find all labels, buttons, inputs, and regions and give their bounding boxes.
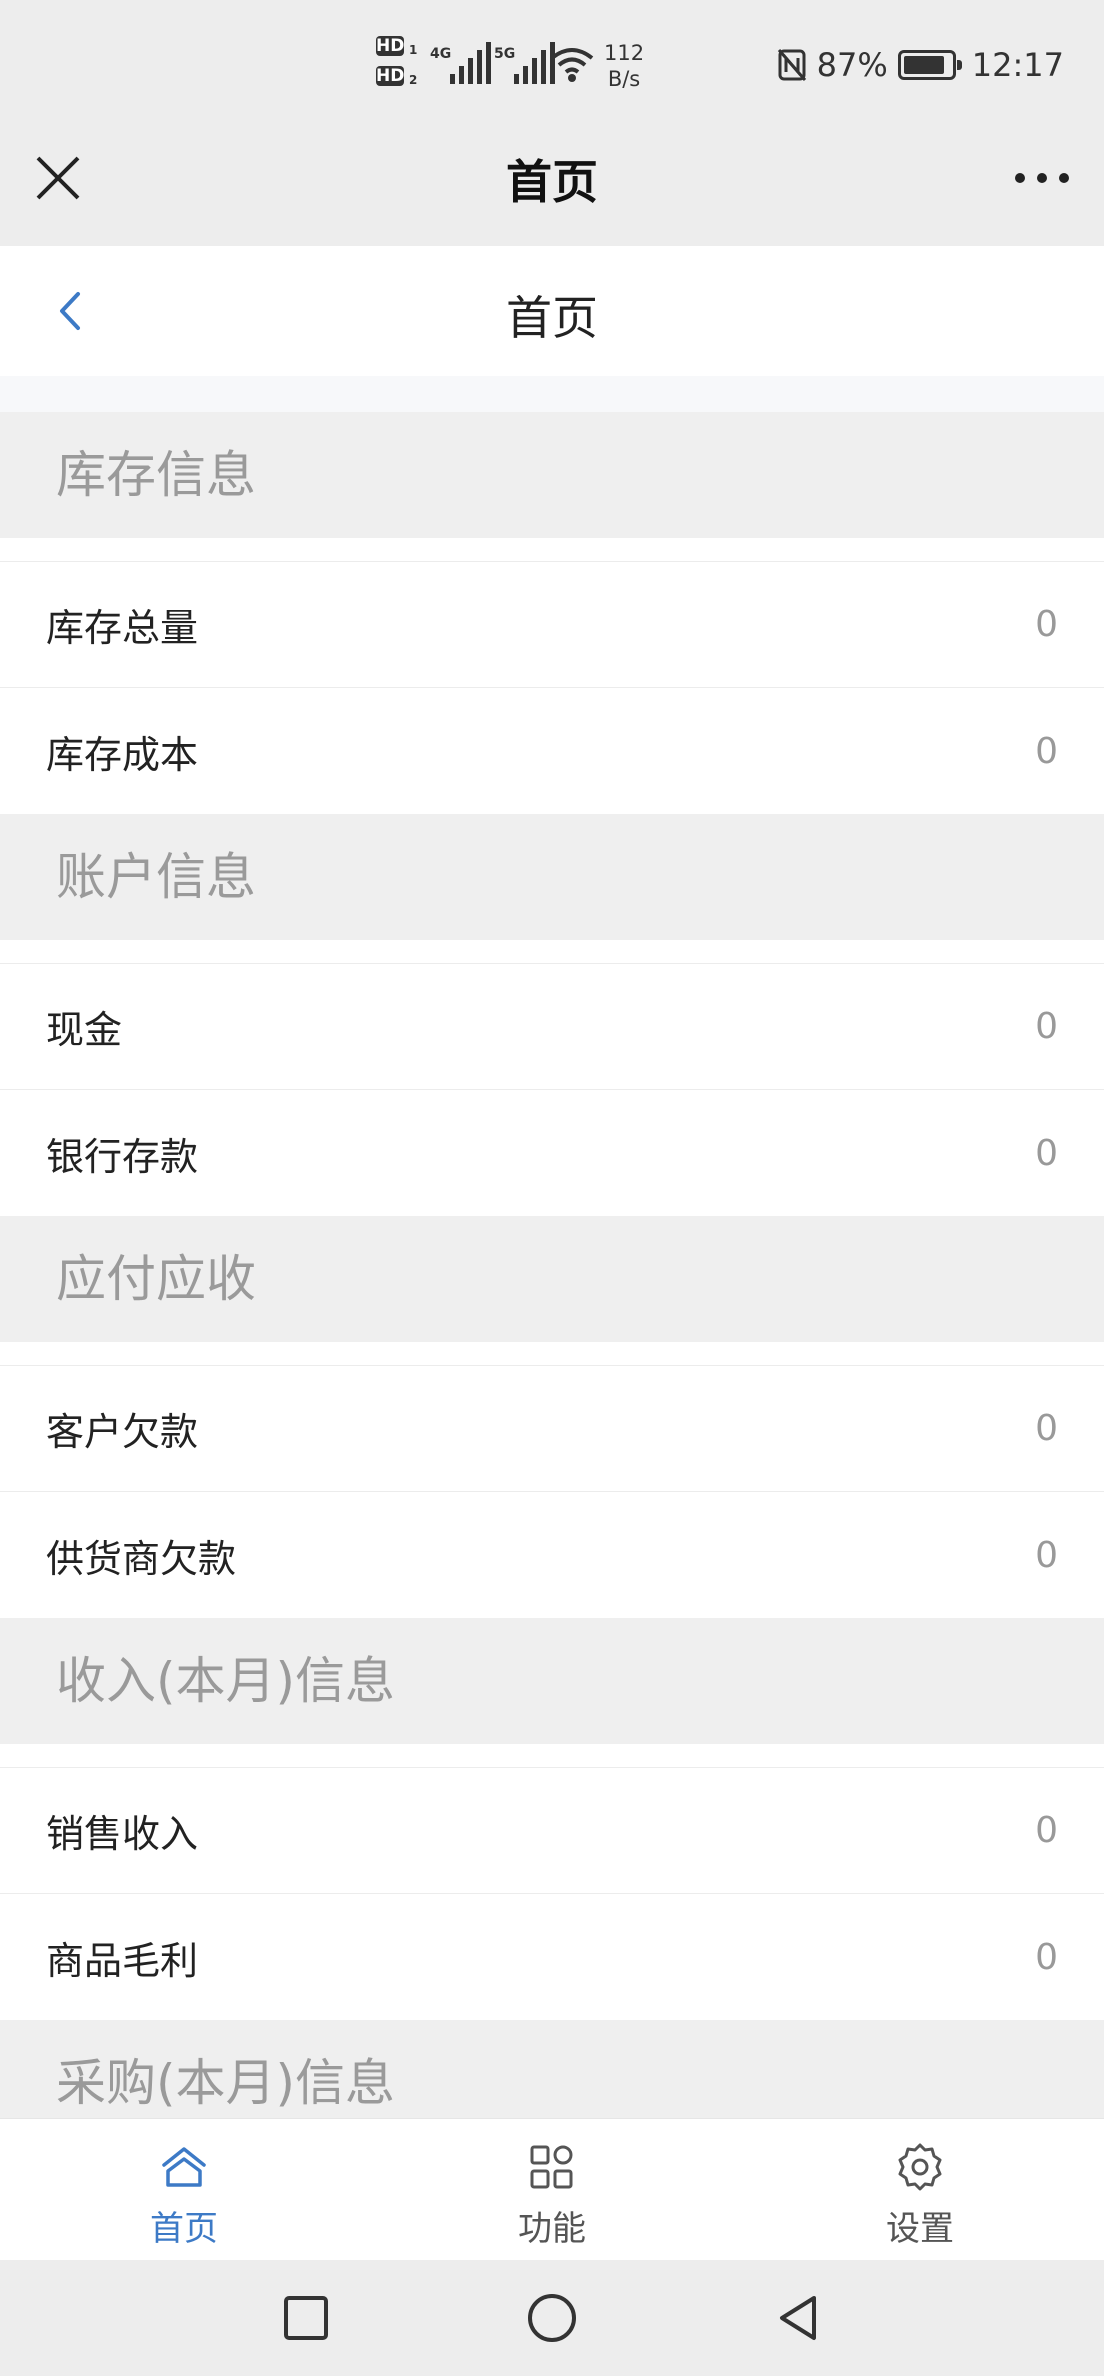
row-value: 0	[1035, 1810, 1058, 1851]
row-label: 银行存款	[46, 1134, 199, 1179]
section-header-payables: 应付应收	[0, 1216, 1104, 1342]
wechat-bar: 首页	[0, 130, 1104, 246]
wechat-title: 首页	[506, 155, 598, 209]
list-item[interactable]: 客户欠款 0	[0, 1366, 1104, 1492]
row-value: 0	[1035, 1006, 1058, 1047]
nav-bar: 首页	[0, 246, 1104, 376]
recents-icon[interactable]	[278, 2290, 334, 2346]
speed-value: 112	[604, 41, 645, 65]
list-item[interactable]: 库存成本 0	[0, 688, 1104, 814]
hd2-sub: 2	[409, 73, 418, 87]
home-circle-icon[interactable]	[524, 2290, 580, 2346]
hd1-sub: 1	[409, 43, 418, 57]
more-icon[interactable]	[1010, 150, 1074, 206]
wifi-icon	[550, 48, 594, 82]
section-header-purchase: 采购(本月)信息	[0, 2020, 1104, 2118]
hd2-text: HD	[376, 66, 405, 86]
dashboard-content: 库存信息 库存总量 0 库存成本 0 账户信息 现金 0 银行存款 0 应付应收…	[0, 412, 1104, 2118]
screen: HD 1 HD 2 4G 5G 112 B/s 87% 12:17 首页 首页 …	[0, 0, 1104, 2376]
section-gap	[0, 538, 1104, 562]
tab-label: 功能	[518, 2209, 586, 2249]
list-item[interactable]: 库存总量 0	[0, 562, 1104, 688]
row-value: 0	[1035, 730, 1058, 772]
tab-label: 设置	[886, 2209, 954, 2249]
row-label: 供货商欠款	[46, 1536, 237, 1581]
system-nav-bar	[0, 2260, 1104, 2376]
back-triangle-icon[interactable]	[770, 2290, 826, 2346]
row-value: 0	[1035, 1534, 1058, 1576]
signal-bars-icon	[450, 42, 491, 84]
nav-divider	[0, 376, 1104, 412]
hd2-badge: HD 2	[376, 66, 417, 87]
list-item[interactable]: 商品毛利 0	[0, 1894, 1104, 2020]
battery-fill	[903, 56, 944, 74]
hd1-text: HD	[376, 36, 405, 56]
section-gap	[0, 940, 1104, 964]
row-label: 库存成本	[46, 732, 199, 777]
tab-label: 首页	[150, 2209, 218, 2249]
section-header-inventory: 库存信息	[0, 412, 1104, 538]
battery-percent: 87%	[816, 46, 888, 84]
status-bar: HD 1 HD 2 4G 5G 112 B/s 87% 12:17	[0, 0, 1104, 130]
row-value: 0	[1035, 604, 1058, 645]
speed-unit: B/s	[607, 67, 641, 91]
tab-home[interactable]: 首页	[0, 2119, 368, 2260]
hd1-badge: HD 1	[376, 36, 417, 57]
home-icon	[162, 2147, 206, 2187]
list-item[interactable]: 销售收入 0	[0, 1768, 1104, 1894]
row-label: 现金	[46, 1008, 123, 1052]
row-value: 0	[1035, 1132, 1058, 1174]
gear-icon	[898, 2143, 942, 2191]
row-label: 库存总量	[46, 606, 199, 650]
status-right: 87% 12:17	[777, 46, 1064, 84]
list-item[interactable]: 供货商欠款 0	[0, 1492, 1104, 1618]
battery-icon	[897, 50, 962, 80]
page-title: 首页	[506, 291, 598, 345]
row-label: 客户欠款	[46, 1410, 199, 1454]
row-value: 0	[1035, 1936, 1058, 1978]
clock: 12:17	[971, 46, 1064, 84]
nfc-icon	[777, 49, 806, 81]
row-label: 销售收入	[46, 1812, 199, 1856]
section-header-income: 收入(本月)信息	[0, 1618, 1104, 1744]
row-value: 0	[1035, 1408, 1058, 1449]
grid-icon	[530, 2145, 573, 2189]
section-gap	[0, 1342, 1104, 1366]
list-item[interactable]: 现金 0	[0, 964, 1104, 1090]
hd-indicators: HD 1 HD 2	[376, 36, 424, 98]
section-gap	[0, 1744, 1104, 1768]
list-item[interactable]: 银行存款 0	[0, 1090, 1104, 1216]
tab-functions[interactable]: 功能	[368, 2119, 736, 2260]
network-speed: 112 B/s	[604, 40, 644, 92]
tab-bar: 首页 功能 设置	[0, 2118, 1104, 2260]
row-label: 商品毛利	[46, 1938, 199, 1983]
tab-settings[interactable]: 设置	[736, 2119, 1104, 2260]
section-header-account: 账户信息	[0, 814, 1104, 940]
